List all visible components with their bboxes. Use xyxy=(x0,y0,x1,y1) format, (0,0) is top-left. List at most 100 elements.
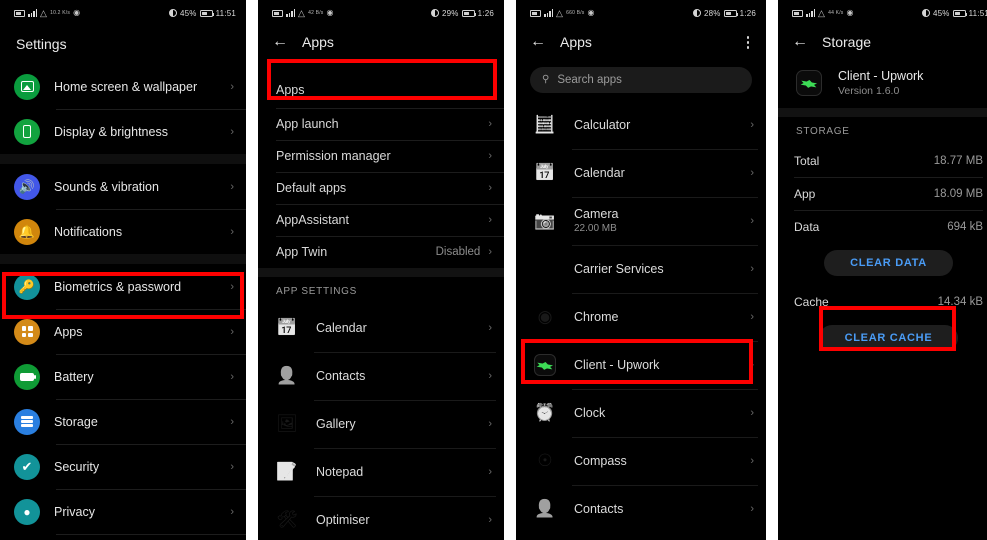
storage-row-cache: Cache 14.34 kB xyxy=(778,285,987,318)
chevron-right-icon: › xyxy=(750,310,754,323)
panel-app-list: △ 660 B/s ◉ 28% 1:26 ← Apps ⚲ Search app… xyxy=(516,0,766,540)
menu-item-permission-manager[interactable]: Permission manager › xyxy=(258,140,504,172)
chevron-right-icon: › xyxy=(488,370,492,382)
list-item[interactable]: ◉ Chrome › xyxy=(516,292,766,341)
contacts-icon: 👤 xyxy=(276,366,298,385)
list-item-label: Chrome xyxy=(574,309,619,324)
storage-row-value: 694 kB xyxy=(947,220,983,233)
list-item-client-upwork[interactable]: Client - Upwork › xyxy=(516,340,766,389)
sim-card-icon xyxy=(792,9,803,17)
battery-percent-label: 29% xyxy=(442,8,459,18)
sidebar-item-battery[interactable]: Battery › xyxy=(0,354,246,399)
section-separator xyxy=(778,108,987,117)
storage-row-value: 14.34 kB xyxy=(937,295,983,308)
storage-row-value: 18.09 MB xyxy=(933,187,983,200)
list-item-label: Carrier Services xyxy=(574,261,664,276)
chevron-right-icon: › xyxy=(230,125,234,138)
menu-item-value: Disabled xyxy=(435,246,481,258)
screenshot-stage: △ 10.2 K/s ◉ 45% 11:51 Settings Home scr… xyxy=(0,0,987,540)
wifi-icon: △ xyxy=(556,7,564,18)
status-bar-storage: △ 44 K/s ◉ 45% 11:51 xyxy=(778,0,987,26)
list-item[interactable]: 📅 Calendar › xyxy=(516,148,766,197)
storage-row-key: App xyxy=(794,186,816,201)
list-item[interactable]: 👤 Contacts › xyxy=(258,352,504,400)
network-speed-label: 44 K/s xyxy=(828,9,844,16)
sidebar-item-label: Sounds & vibration xyxy=(54,179,159,194)
chevron-right-icon: › xyxy=(488,246,492,258)
list-item[interactable]: 📅 Calendar › xyxy=(258,304,504,352)
battery-icon xyxy=(723,9,739,17)
search-icon: ⚲ xyxy=(542,74,550,85)
chevron-right-icon: › xyxy=(230,325,234,338)
list-item[interactable]: ⏰ Clock › xyxy=(516,388,766,437)
clear-cache-button[interactable]: CLEAR CACHE xyxy=(818,325,959,351)
chevron-right-icon: › xyxy=(230,180,234,193)
page-title: Settings xyxy=(16,36,67,52)
back-arrow-icon[interactable]: ← xyxy=(272,34,288,50)
person-shield-icon: ● xyxy=(14,498,40,525)
sidebar-item-security[interactable]: ✔ Security › xyxy=(0,444,246,489)
menu-item-appassistant[interactable]: AppAssistant › xyxy=(258,204,504,236)
sidebar-item-display[interactable]: Display & brightness › xyxy=(0,109,246,154)
eye-icon: ◉ xyxy=(73,8,81,17)
list-item[interactable]: 🛠 Optimiser › xyxy=(258,496,504,540)
chevron-right-icon: › xyxy=(230,460,234,473)
clock-label: 11:51 xyxy=(968,8,987,18)
clear-data-button-wrap: CLEAR DATA xyxy=(778,243,987,285)
list-item[interactable]: 📝 Notepad › xyxy=(258,448,504,496)
chevron-right-icon: › xyxy=(488,150,492,162)
list-item[interactable]: 📷 Camera 22.00 MB › xyxy=(516,196,766,245)
clock-icon: ⏰ xyxy=(534,402,556,422)
list-item[interactable]: 🧮 Calculator › xyxy=(516,101,766,149)
back-arrow-icon[interactable]: ← xyxy=(792,34,808,50)
list-item[interactable]: ⚙ Carrier Services › xyxy=(516,244,766,293)
battery-icon xyxy=(461,9,477,17)
settings-group-2: 🔊 Sounds & vibration › 🔔 Notifications › xyxy=(0,164,246,254)
battery-percent-label: 28% xyxy=(704,8,721,18)
status-bar-settings: △ 10.2 K/s ◉ 45% 11:51 xyxy=(0,0,246,26)
search-input[interactable]: ⚲ Search apps xyxy=(530,66,752,93)
sidebar-item-label: Security xyxy=(54,459,100,474)
sidebar-item-sounds[interactable]: 🔊 Sounds & vibration › xyxy=(0,164,246,209)
storage-icon xyxy=(14,408,40,435)
sidebar-item-location[interactable]: 📍 Location › xyxy=(0,534,246,540)
page-title: Apps xyxy=(302,34,334,50)
list-item[interactable]: ☉ Compass › xyxy=(516,436,766,485)
settings-group-3: 🔑 Biometrics & password › Apps › Battery… xyxy=(0,264,246,540)
sidebar-item-home-screen[interactable]: Home screen & wallpaper › xyxy=(0,64,246,109)
back-arrow-icon[interactable]: ← xyxy=(530,34,546,50)
network-speed-label: 10.2 K/s xyxy=(50,9,71,16)
chevron-right-icon: › xyxy=(488,466,492,478)
sidebar-item-storage[interactable]: Storage › xyxy=(0,399,246,444)
sidebar-item-biometrics[interactable]: 🔑 Biometrics & password › xyxy=(0,264,246,309)
sidebar-item-apps[interactable]: Apps › xyxy=(0,309,246,354)
list-item-label: Contacts xyxy=(316,369,366,383)
storage-row-key: Cache xyxy=(794,294,829,309)
chevron-right-icon: › xyxy=(488,418,492,430)
clear-data-button[interactable]: CLEAR DATA xyxy=(824,250,953,276)
chevron-right-icon: › xyxy=(488,322,492,334)
storage-row-data: Data 694 kB xyxy=(778,210,987,243)
chevron-right-icon: › xyxy=(750,262,754,275)
sim-card-icon xyxy=(14,9,25,17)
menu-item-default-apps[interactable]: Default apps › xyxy=(258,172,504,204)
notepad-icon: 📝 xyxy=(276,462,298,481)
menu-item-app-launch[interactable]: App launch › xyxy=(258,108,504,140)
compass-icon: ☉ xyxy=(537,450,553,470)
kebab-menu-icon[interactable] xyxy=(742,34,755,51)
list-item-label: Gallery xyxy=(316,417,356,431)
gallery-icon: 🖼 xyxy=(276,414,298,433)
menu-item-apps[interactable]: Apps xyxy=(258,72,504,108)
menu-item-label: AppAssistant xyxy=(276,213,349,227)
sidebar-item-notifications[interactable]: 🔔 Notifications › xyxy=(0,209,246,254)
group-divider xyxy=(0,254,246,264)
menu-item-label: Permission manager xyxy=(276,149,391,163)
list-item[interactable]: 👤 Contacts › xyxy=(516,484,766,533)
sidebar-item-label: Battery xyxy=(54,369,94,384)
chevron-right-icon: › xyxy=(750,166,754,179)
chevron-right-icon: › xyxy=(488,118,492,130)
list-item[interactable]: 🖼 Gallery › xyxy=(258,400,504,448)
sidebar-item-privacy[interactable]: ● Privacy › xyxy=(0,489,246,534)
menu-item-app-twin[interactable]: App Twin Disabled › xyxy=(258,236,504,268)
sidebar-item-label: Home screen & wallpaper xyxy=(54,79,198,94)
